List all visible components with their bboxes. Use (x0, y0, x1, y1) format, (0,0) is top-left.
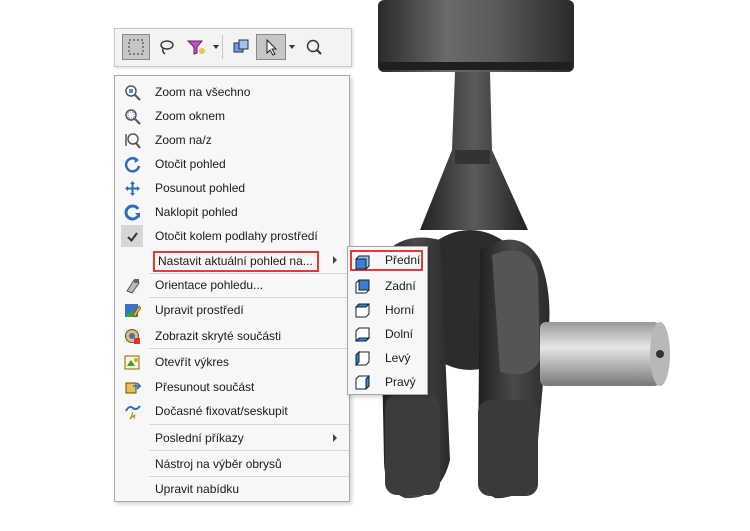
submenu-item-label: Zadní (385, 279, 416, 293)
menu-item-label: Otočit kolem podlahy prostředí (155, 229, 318, 243)
move-component-icon (125, 382, 141, 394)
magnified-selection-button[interactable] (301, 34, 327, 60)
menu-item-recent-commands[interactable]: Poslední příkazy (115, 426, 349, 450)
menu-item-move-component[interactable]: Přesunout součást (115, 375, 349, 399)
menu-item-label: Upravit prostředí (155, 303, 244, 317)
submenu-item-back[interactable]: Zadní (348, 273, 427, 297)
menu-item-open-drawing[interactable]: Otevřít výkres (115, 350, 349, 374)
menu-item-label: Poslední příkazy (155, 431, 244, 445)
menu-item-view-orientation[interactable]: Orientace pohledu... (115, 273, 349, 297)
submenu-item-label: Levý (385, 351, 411, 365)
submenu-item-label: Přední (385, 253, 421, 267)
submenu-item-front[interactable]: Přední (348, 249, 427, 273)
open-drawing-icon (124, 355, 140, 370)
show-hidden-components-icon (125, 329, 140, 344)
temporary-fix-icon (125, 405, 141, 420)
menu-item-edit-scene[interactable]: Upravit prostředí (115, 298, 349, 322)
menu-item-zoom-to-fit[interactable]: Zoom na všechno (115, 80, 349, 104)
menu-item-label: Orientace pohledu... (155, 278, 264, 292)
magnified-selection-icon (306, 39, 322, 55)
rotate-view-icon (124, 157, 141, 173)
filter-dropdown-arrow[interactable] (213, 45, 219, 49)
lasso-select-button[interactable] (153, 34, 179, 60)
view-orientation-icon (126, 279, 140, 294)
top-view-icon (354, 303, 370, 318)
menu-item-temporary-fix-group[interactable]: Dočasné fixovat/seskupit (115, 399, 349, 423)
crankshaft-shaft (540, 322, 660, 386)
menu-separator (149, 424, 349, 425)
submenu-arrow-icon (333, 434, 337, 442)
back-view-icon (355, 279, 370, 294)
toolbar-separator (222, 35, 223, 59)
menu-item-label: Dočasné fixovat/seskupit (155, 404, 288, 418)
selection-filter-button[interactable] (183, 34, 209, 60)
right-view-icon (355, 374, 370, 390)
menu-item-zoom-in-out[interactable]: Zoom na/z (115, 128, 349, 152)
menu-item-label: Otočit pohled (155, 157, 226, 171)
menu-item-set-current-view[interactable]: Nastavit aktuální pohled na... (115, 248, 349, 272)
menu-item-label: Zobrazit skryté součásti (155, 329, 282, 343)
menu-item-label: Posunout pohled (155, 181, 246, 195)
menu-item-pan-view[interactable]: Posunout pohled (115, 176, 349, 200)
select-other-button[interactable] (228, 34, 254, 60)
submenu-item-label: Dolní (385, 327, 414, 341)
menu-item-label: Zoom na/z (155, 133, 212, 147)
menu-item-rotate-about-floor[interactable]: Otočit kolem podlahy prostředí (115, 224, 349, 248)
context-menu: Zoom na všechno Zoom oknem Zoom na/z Oto… (114, 75, 350, 502)
check-icon (127, 232, 138, 243)
zoom-to-fit-icon (125, 85, 141, 101)
menu-item-label: Otevřít výkres (155, 355, 230, 369)
menu-item-customize-menu[interactable]: Upravit nabídku (115, 477, 349, 501)
menu-separator (149, 450, 349, 451)
menu-separator (149, 348, 349, 349)
submenu-item-label: Horní (385, 303, 415, 317)
menu-item-label: Upravit nabídku (155, 482, 240, 496)
submenu-item-right[interactable]: Pravý (348, 369, 427, 393)
bottom-view-icon (354, 327, 370, 342)
pan-view-icon (125, 181, 140, 196)
front-view-icon (355, 255, 370, 270)
pointer-dropdown-arrow[interactable] (289, 45, 295, 49)
selection-filter-icon (186, 40, 205, 55)
menu-item-label: Přesunout součást (155, 380, 255, 394)
submenu-arrow-icon (333, 256, 337, 264)
zoom-in-out-icon (125, 133, 141, 149)
menu-item-label: Nástroj na výběr obrysů (155, 457, 282, 471)
menu-item-label: Zoom oknem (155, 109, 226, 123)
menu-item-roll-view[interactable]: Naklopit pohled (115, 200, 349, 224)
submenu-item-bottom[interactable]: Dolní (348, 321, 427, 345)
view-submenu: Přední Zadní Horní Dolní Levý Pravý (347, 246, 428, 395)
menu-item-label: Nastavit aktuální pohled na... (153, 251, 319, 272)
lasso-select-icon (160, 40, 174, 55)
submenu-item-top[interactable]: Horní (348, 297, 427, 321)
edit-scene-icon (125, 304, 141, 318)
menu-item-show-hidden-components[interactable]: Zobrazit skryté součásti (115, 324, 349, 348)
menu-item-label: Naklopit pohled (155, 205, 238, 219)
select-other-icon (233, 39, 249, 53)
menu-item-selection-tool[interactable]: Nástroj na výběr obrysů (115, 452, 349, 476)
menu-item-zoom-to-area[interactable]: Zoom oknem (115, 104, 349, 128)
selection-toolbar (114, 28, 352, 67)
submenu-item-left[interactable]: Levý (348, 345, 427, 369)
zoom-to-area-icon (125, 109, 141, 125)
menu-item-rotate-view[interactable]: Otočit pohled (115, 152, 349, 176)
left-view-icon (355, 350, 370, 366)
submenu-item-label: Pravý (385, 375, 416, 389)
select-pointer-button[interactable] (256, 34, 286, 60)
menu-item-label: Zoom na všechno (155, 85, 251, 99)
roll-view-icon (124, 204, 140, 221)
box-select-icon (128, 39, 144, 55)
select-pointer-icon (266, 38, 278, 56)
box-select-button[interactable] (122, 34, 150, 60)
piston (378, 0, 574, 72)
